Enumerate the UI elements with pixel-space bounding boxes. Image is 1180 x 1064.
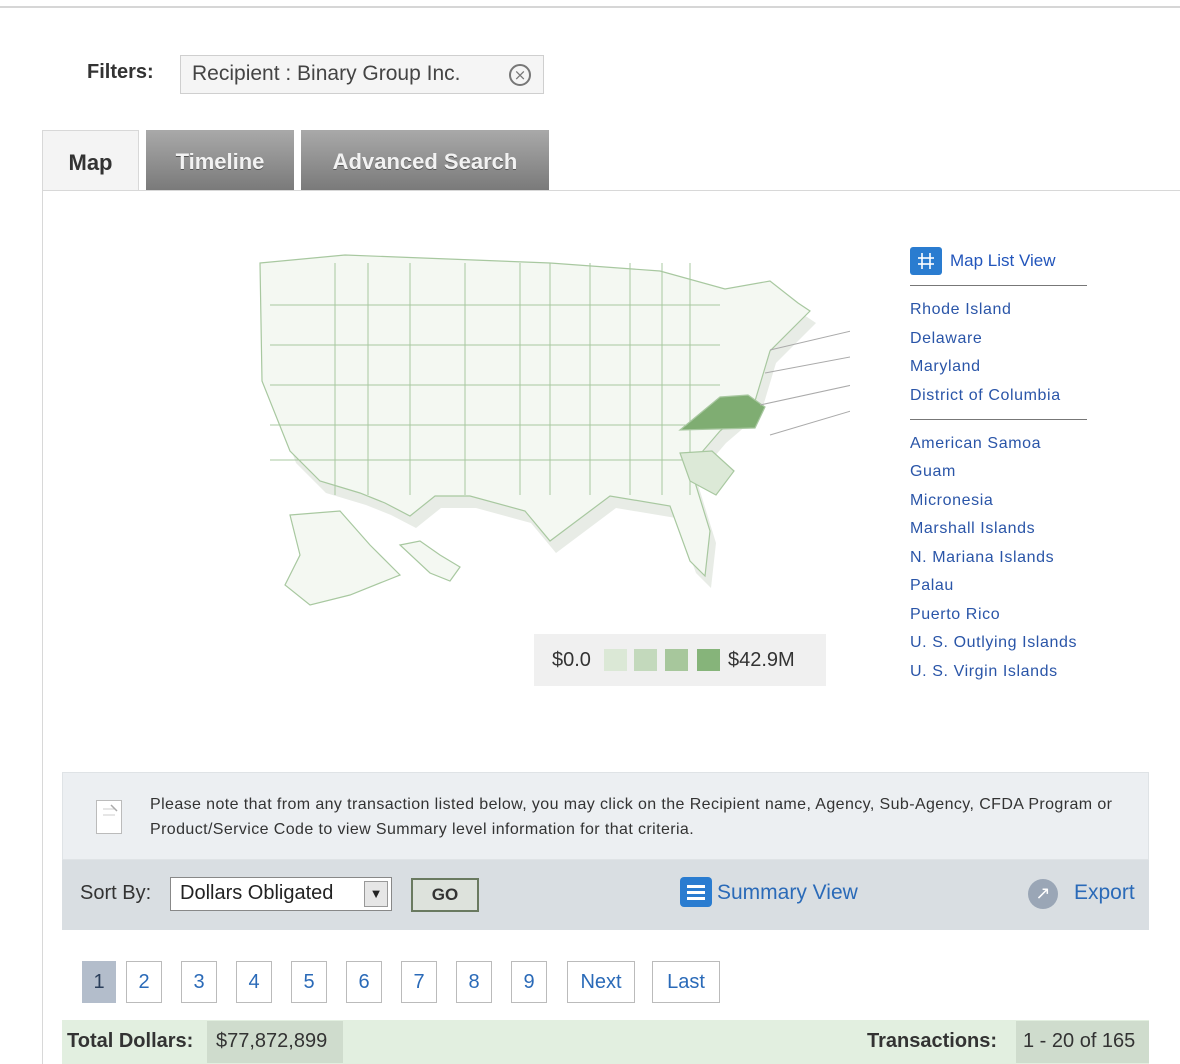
next-page-button[interactable]: Next: [567, 961, 635, 1003]
state-link-delaware[interactable]: Delaware: [910, 330, 982, 348]
page-button-3[interactable]: 3: [181, 961, 217, 1003]
state-link-rhode-island[interactable]: Rhode Island: [910, 301, 1012, 319]
legend-swatch: [634, 649, 657, 671]
page-button-4[interactable]: 4: [236, 961, 272, 1003]
divider: [910, 419, 1087, 420]
filter-chip-text: Recipient : Binary Group Inc.: [192, 62, 461, 85]
recipient-filter-chip: Recipient : Binary Group Inc. ×: [180, 55, 544, 94]
territory-link-palau[interactable]: Palau: [910, 577, 954, 595]
note-icon: [96, 800, 122, 834]
tab-timeline[interactable]: Timeline: [146, 130, 294, 190]
export-link[interactable]: Export: [1074, 881, 1135, 905]
divider: [910, 285, 1087, 286]
territory-link-us-virgin-islands[interactable]: U. S. Virgin Islands: [910, 663, 1058, 681]
total-dollars-value: $77,872,899: [207, 1021, 343, 1063]
state-link-maryland[interactable]: Maryland: [910, 358, 981, 376]
sort-by-select[interactable]: Dollars Obligated ▼: [170, 877, 392, 911]
state-link-district-of-columbia[interactable]: District of Columbia: [910, 387, 1061, 405]
list-icon[interactable]: [680, 877, 712, 907]
legend-min-label: $0.0: [552, 649, 591, 671]
territory-link-puerto-rico[interactable]: Puerto Rico: [910, 606, 1000, 624]
page-button-7[interactable]: 7: [401, 961, 437, 1003]
territory-link-micronesia[interactable]: Micronesia: [910, 492, 993, 510]
state-hawaii[interactable]: [398, 540, 461, 582]
legend-swatch: [604, 649, 627, 671]
page-button-6[interactable]: 6: [346, 961, 382, 1003]
note-text: Please note that from any transaction li…: [150, 796, 1113, 838]
chevron-down-icon[interactable]: ▼: [364, 881, 388, 907]
map-legend: $0.0 $42.9M: [534, 634, 826, 686]
us-states-map[interactable]: [250, 245, 850, 615]
page-button-1[interactable]: 1: [82, 961, 116, 1003]
page-button-9[interactable]: 9: [511, 961, 547, 1003]
tab-advanced-search[interactable]: Advanced Search: [301, 130, 549, 190]
callout-line: [759, 384, 850, 406]
arrow-out-icon[interactable]: ↗: [1028, 879, 1058, 909]
sort-selected-value: Dollars Obligated: [180, 882, 334, 904]
summary-view-link[interactable]: Summary View: [717, 881, 858, 905]
page-button-5[interactable]: 5: [291, 961, 327, 1003]
territory-link-marshall-islands[interactable]: Marshall Islands: [910, 520, 1035, 538]
callout-line: [769, 410, 850, 436]
territory-link-us-outlying-islands[interactable]: U. S. Outlying Islands: [910, 634, 1077, 652]
circle-x-icon[interactable]: ×: [509, 64, 531, 86]
total-dollars-label: Total Dollars:: [67, 1030, 194, 1052]
legend-max-label: $42.9M: [728, 649, 795, 671]
territory-link-n-mariana-islands[interactable]: N. Mariana Islands: [910, 549, 1054, 567]
transactions-label: Transactions:: [867, 1030, 998, 1052]
filters-label: Filters:: [87, 61, 154, 83]
top-divider: [0, 6, 1180, 8]
legend-swatch: [697, 649, 720, 671]
page-button-2[interactable]: 2: [126, 961, 162, 1003]
go-button[interactable]: GO: [411, 878, 479, 912]
transactions-value: 1 - 20 of 165: [1016, 1021, 1149, 1063]
legend-swatch: [665, 649, 688, 671]
page-button-8[interactable]: 8: [456, 961, 492, 1003]
sort-by-label: Sort By:: [80, 882, 152, 904]
map-list-view-link[interactable]: Map List View: [950, 251, 1056, 271]
state-alaska[interactable]: [284, 510, 402, 606]
territory-link-american-samoa[interactable]: American Samoa: [910, 435, 1041, 453]
grid-icon[interactable]: [910, 247, 942, 275]
last-page-button[interactable]: Last: [652, 961, 720, 1003]
territory-link-guam[interactable]: Guam: [910, 463, 956, 481]
tab-map[interactable]: Map: [42, 130, 139, 191]
